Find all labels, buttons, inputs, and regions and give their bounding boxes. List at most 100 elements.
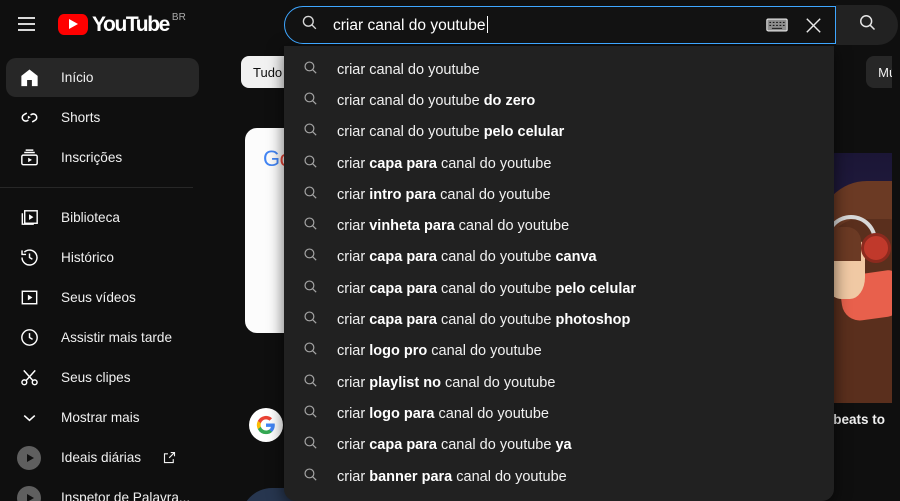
suggestion-item[interactable]: criar capa para canal do youtube canva [284, 242, 834, 273]
sidebar-item-label: Assistir mais tarde [61, 330, 173, 345]
search-icon [302, 372, 319, 394]
youtube-wordmark: YouTube [92, 12, 170, 36]
external-link-icon [162, 450, 177, 465]
suggestion-item[interactable]: criar capa para canal do youtube pelo ce… [284, 273, 834, 304]
suggestion-item[interactable]: criar banner para canal do youtube [284, 461, 834, 492]
search-icon [300, 13, 319, 37]
search-submit-button[interactable] [836, 5, 898, 45]
watch-later-icon [17, 326, 41, 350]
sidebar-item-label: Inspetor de Palavra... [61, 490, 191, 501]
sidebar-item-label: Histórico [61, 250, 114, 265]
sidebar-item-seus-videos[interactable]: Seus vídeos [6, 278, 199, 317]
sidebar: Início Shorts Inscrições Biblioteca Hist… [0, 48, 205, 501]
suggestion-list: criar canal do youtube criar canal do you… [284, 54, 834, 492]
search-icon [302, 403, 319, 425]
sidebar-item-label: Seus vídeos [61, 290, 136, 305]
sidebar-item-shorts[interactable]: Shorts [6, 98, 199, 137]
search-icon [857, 12, 878, 38]
sidebar-item-label: Shorts [61, 110, 101, 125]
country-code-label: BR [171, 11, 186, 23]
suggestion-text: criar canal do youtube pelo celular [337, 124, 565, 141]
search-icon [302, 466, 319, 488]
channel-avatar[interactable] [249, 408, 283, 442]
clear-search-icon[interactable] [795, 7, 831, 43]
suggestion-text: criar capa para canal do youtube ya [337, 437, 572, 454]
suggestion-item[interactable]: criar canal do youtube do zero [284, 85, 834, 116]
sidebar-item-historico[interactable]: Histórico [6, 238, 199, 277]
sidebar-item-inspetor-de-palavra[interactable]: Inspetor de Palavra... [6, 478, 199, 501]
history-icon [17, 246, 41, 270]
suggestion-item[interactable]: criar capa para canal do youtube [284, 148, 834, 179]
search-icon [302, 434, 319, 456]
suggestion-text: criar capa para canal do youtube canva [337, 249, 597, 266]
suggestion-text: criar intro para canal do youtube [337, 186, 551, 203]
search-input[interactable]: criar canal do youtube [284, 6, 836, 44]
suggestion-text: criar vinheta para canal do youtube [337, 218, 570, 235]
youtube-page: Início Shorts Inscrições Biblioteca Hist… [0, 0, 900, 501]
search-icon [302, 153, 319, 175]
search-input-value[interactable]: criar canal do youtube [333, 15, 759, 35]
suggestion-text: criar canal do youtube do zero [337, 92, 536, 109]
page-right-edge [892, 48, 900, 501]
search-icon [302, 184, 319, 206]
youtube-logo[interactable]: YouTube BR [58, 10, 186, 39]
search-icon [302, 59, 319, 81]
suggestion-item[interactable]: criar logo pro canal do youtube [284, 336, 834, 367]
hamburger-menu-icon[interactable] [6, 4, 46, 44]
suggestion-text: criar playlist no canal do youtube [337, 374, 556, 391]
search-icon [302, 121, 319, 143]
sidebar-item-label: Biblioteca [61, 210, 120, 225]
sidebar-item-mostrar-mais[interactable]: Mostrar mais [6, 398, 199, 437]
sidebar-item-label: Seus clipes [61, 370, 131, 385]
search-area: criar canal do youtube [284, 5, 898, 45]
illustration-headphone-cup [861, 233, 891, 263]
suggestion-text: criar banner para canal do youtube [337, 468, 567, 485]
search-icon [302, 246, 319, 268]
sidebar-item-ideais-diarias[interactable]: Ideais diárias [6, 438, 199, 477]
search-suggestions-dropdown: criar canal do youtube criar canal do you… [284, 46, 834, 501]
suggestion-item[interactable]: criar logo para canal do youtube [284, 398, 834, 429]
sidebar-item-label: Ideais diárias [61, 450, 142, 465]
suggestion-item[interactable]: criar canal do youtube [284, 54, 834, 85]
keyboard-icon[interactable] [759, 7, 795, 43]
scissors-icon [17, 366, 41, 390]
suggestion-item[interactable]: criar intro para canal do youtube [284, 179, 834, 210]
suggestion-item[interactable]: criar capa para canal do youtube photosh… [284, 304, 834, 335]
suggestion-item[interactable]: criar vinheta para canal do youtube [284, 210, 834, 241]
video-title[interactable]: - beats to [825, 412, 900, 427]
video-thumbnail-lofi[interactable] [825, 153, 900, 403]
sidebar-item-label: Mostrar mais [61, 410, 140, 425]
search-icon [302, 340, 319, 362]
text-caret [486, 15, 488, 33]
sidebar-divider-1 [0, 187, 193, 188]
sidebar-item-label: Inscrições [61, 150, 123, 165]
sidebar-item-inscricoes[interactable]: Inscrições [6, 138, 199, 177]
suggestion-item[interactable]: criar playlist no canal do youtube [284, 367, 834, 398]
suggestion-text: criar capa para canal do youtube pelo ce… [337, 280, 637, 297]
sidebar-item-inicio[interactable]: Início [6, 58, 199, 97]
search-query-text: criar canal do youtube [333, 16, 486, 34]
your-videos-icon [17, 286, 41, 310]
sidebar-item-biblioteca[interactable]: Biblioteca [6, 198, 199, 237]
suggestion-text: criar canal do youtube [337, 61, 480, 78]
shorts-icon [17, 106, 41, 130]
suggestion-item[interactable]: criar canal do youtube pelo celular [284, 117, 834, 148]
sidebar-group-subscriptions: Ideais diárias Inspetor de Palavra... [0, 438, 205, 501]
sidebar-item-seus-clipes[interactable]: Seus clipes [6, 358, 199, 397]
search-icon [302, 215, 319, 237]
sidebar-item-label: Início [61, 70, 94, 85]
subscriptions-icon [17, 146, 41, 170]
suggestion-item[interactable]: criar capa para canal do youtube ya [284, 430, 834, 461]
search-icon [302, 309, 319, 331]
sidebar-item-assistir-mais-tarde[interactable]: Assistir mais tarde [6, 318, 199, 357]
channel-avatar-icon [17, 445, 41, 470]
search-icon [302, 278, 319, 300]
suggestion-text: criar logo pro canal do youtube [337, 343, 542, 360]
suggestion-text: criar capa para canal do youtube photosh… [337, 312, 631, 329]
sidebar-group-primary: Início Shorts Inscrições [0, 58, 205, 177]
suggestion-text: criar logo para canal do youtube [337, 405, 549, 422]
sidebar-group-library: Biblioteca Histórico Seus vídeos Assisti… [0, 198, 205, 437]
channel-avatar-icon [17, 485, 41, 501]
library-icon [17, 206, 41, 230]
youtube-play-icon [58, 13, 88, 35]
